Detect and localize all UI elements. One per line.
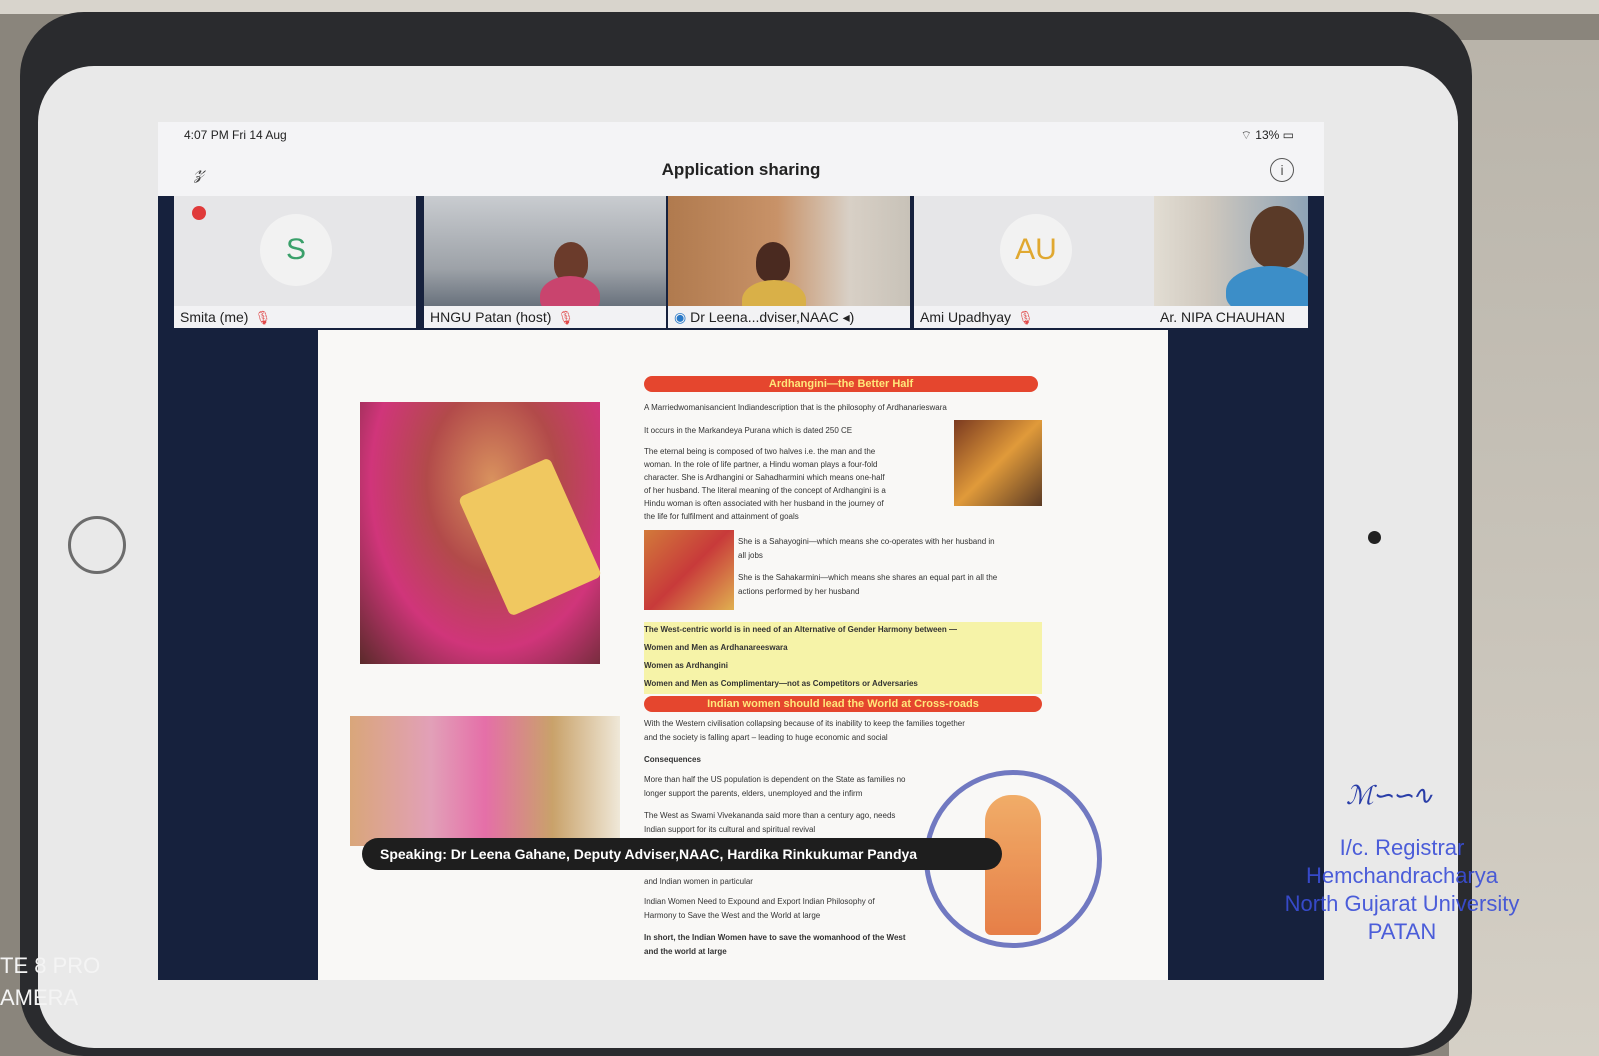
participant-tile[interactable]: HNGU Patan (host) 🎙	[424, 196, 666, 328]
doc-line: of her husband. The literal meaning of t…	[644, 487, 886, 495]
tablet-screen: 4:07 PM Fri 14 Aug ⌔ 13% ▭ 𝓏 Application…	[158, 122, 1324, 980]
participant-tile[interactable]: AU Ami Upadhyay 🎙	[914, 196, 1156, 328]
watermark-line: AMERA	[0, 985, 79, 1010]
participant-name: ◉ Dr Leena...dviser,NAAC ◂)	[668, 306, 910, 328]
participant-tile[interactable]: Ar. NIPA CHAUHAN	[1154, 196, 1308, 328]
doc-line: Harmony to Save the West and the World a…	[644, 912, 821, 920]
stamp-line: North Gujarat University	[1284, 891, 1520, 916]
stamp-line: PATAN	[1367, 919, 1437, 944]
doc-line: Women as Ardhangini	[644, 662, 729, 670]
status-bar: 4:07 PM Fri 14 Aug ⌔ 13% ▭	[158, 122, 1324, 146]
participant-label: HNGU Patan (host)	[430, 309, 552, 325]
avatar-initial: S	[285, 233, 306, 266]
participant-strip: S Smita (me) 🎙 HNGU Patan (host) 🎙 ◉ Dr Le…	[174, 196, 1308, 328]
info-icon[interactable]: i	[1270, 158, 1294, 182]
doc-line: and Indian women in particular	[644, 878, 753, 886]
watermark-line: TE 8 PRO	[0, 953, 101, 978]
app-titlebar: 𝓏 Application sharing i	[158, 146, 1324, 196]
participant-label: Ar. NIPA CHAUHAN	[1160, 309, 1285, 325]
participant-tile[interactable]: ◉ Dr Leena...dviser,NAAC ◂)	[668, 196, 910, 328]
doc-line: Hindu woman is often associated with her…	[644, 500, 884, 508]
doc-line: longer support the parents, elders, unem…	[644, 790, 863, 798]
ardhanarishvara-image	[954, 420, 1042, 506]
doc-line: More than half the US population is depe…	[644, 776, 906, 784]
participant-name: HNGU Patan (host) 🎙	[424, 306, 666, 328]
women-group-photo	[350, 716, 620, 846]
participant-label: Dr Leena...dviser,NAAC	[690, 309, 839, 325]
video-person	[1250, 206, 1304, 268]
record-icon	[192, 206, 206, 220]
doc-line: Consequences	[644, 756, 701, 764]
doc-line: and the society is falling apart – leadi…	[644, 734, 888, 742]
stamp-line: Hemchandracharya	[1306, 863, 1498, 888]
doc-line: She is the Sahakarmini—which means she s…	[738, 574, 998, 582]
globe-icon: ◉	[674, 309, 687, 325]
page-title: Application sharing	[661, 160, 821, 179]
participant-tile[interactable]: S Smita (me) 🎙	[174, 196, 416, 328]
participant-name: Smita (me) 🎙	[174, 306, 416, 328]
scroll-image	[457, 457, 603, 617]
doc-line: and the world at large	[644, 948, 727, 956]
doc-line: character. She is Ardhangini or Sahadhar…	[644, 474, 885, 482]
doc-heading: Indian women should lead the World at Cr…	[644, 696, 1042, 712]
doc-line: the life for fulfilment and attainment o…	[644, 513, 799, 521]
doc-line: She is a Sahayogini—which means she co-o…	[738, 538, 995, 546]
doc-line: all jobs	[738, 552, 763, 560]
doc-line: The West-centric world is in need of an …	[644, 626, 957, 634]
mic-muted-icon: 🎙	[1017, 310, 1034, 325]
mic-muted-icon: 🎙	[254, 310, 271, 325]
shared-document: Ardhangini—the Better Half A Marriedwoma…	[318, 330, 1168, 980]
doc-line: A Marriedwomanisancient Indiandescriptio…	[644, 404, 947, 412]
doc-line: Indian Women Need to Expound and Export …	[644, 898, 875, 906]
speaking-indicator: Speaking: Dr Leena Gahane, Deputy Advise…	[362, 838, 1002, 870]
doc-line: The West as Swami Vivekananda said more …	[644, 812, 896, 820]
doc-line: With the Western civilisation collapsing…	[644, 720, 965, 728]
woman-reading-photo	[360, 402, 603, 664]
doc-line: Indian support for its cultural and spir…	[644, 826, 816, 834]
signature: ℳ∽∽∿	[1346, 780, 1433, 810]
avatar: S	[260, 214, 332, 286]
participant-name: Ar. NIPA CHAUHAN	[1154, 306, 1308, 328]
doc-line: Women and Men as Ardhanareeswara	[644, 644, 788, 652]
doc-heading: Ardhangini—the Better Half	[644, 376, 1038, 392]
registrar-stamp: I/c. Registrar Hemchandracharya North Gu…	[1246, 834, 1558, 946]
stamp-line: I/c. Registrar	[1339, 835, 1465, 860]
wedding-image	[644, 530, 734, 610]
avatar-initial: AU	[1015, 233, 1057, 266]
doc-line: woman. In the role of life partner, a Hi…	[644, 461, 878, 469]
avatar: AU	[1000, 214, 1072, 286]
battery-indicator: ⌔ 13% ▭	[1240, 128, 1294, 142]
participant-label: Smita (me)	[180, 309, 249, 325]
doc-line: The eternal being is composed of two hal…	[644, 448, 876, 456]
camera-watermark: TE 8 PRO AMERA	[0, 950, 100, 1014]
doc-line: Women and Men as Complimentary—not as Co…	[644, 680, 918, 688]
camera-icon	[1368, 531, 1381, 544]
status-time: 4:07 PM Fri 14 Aug	[184, 128, 287, 142]
doc-line: actions performed by her husband	[738, 588, 860, 596]
mic-muted-icon: 🎙	[557, 310, 574, 325]
speaker-icon: ◂)	[842, 309, 855, 325]
battery-level: 13%	[1255, 128, 1280, 142]
video-person	[756, 242, 790, 282]
doc-line: It occurs in the Markandeya Purana which…	[644, 427, 853, 435]
participant-name: Ami Upadhyay 🎙	[914, 306, 1156, 328]
doc-line: In short, the Indian Women have to save …	[644, 934, 906, 942]
home-button[interactable]	[68, 516, 126, 574]
participant-label: Ami Upadhyay	[920, 309, 1012, 325]
